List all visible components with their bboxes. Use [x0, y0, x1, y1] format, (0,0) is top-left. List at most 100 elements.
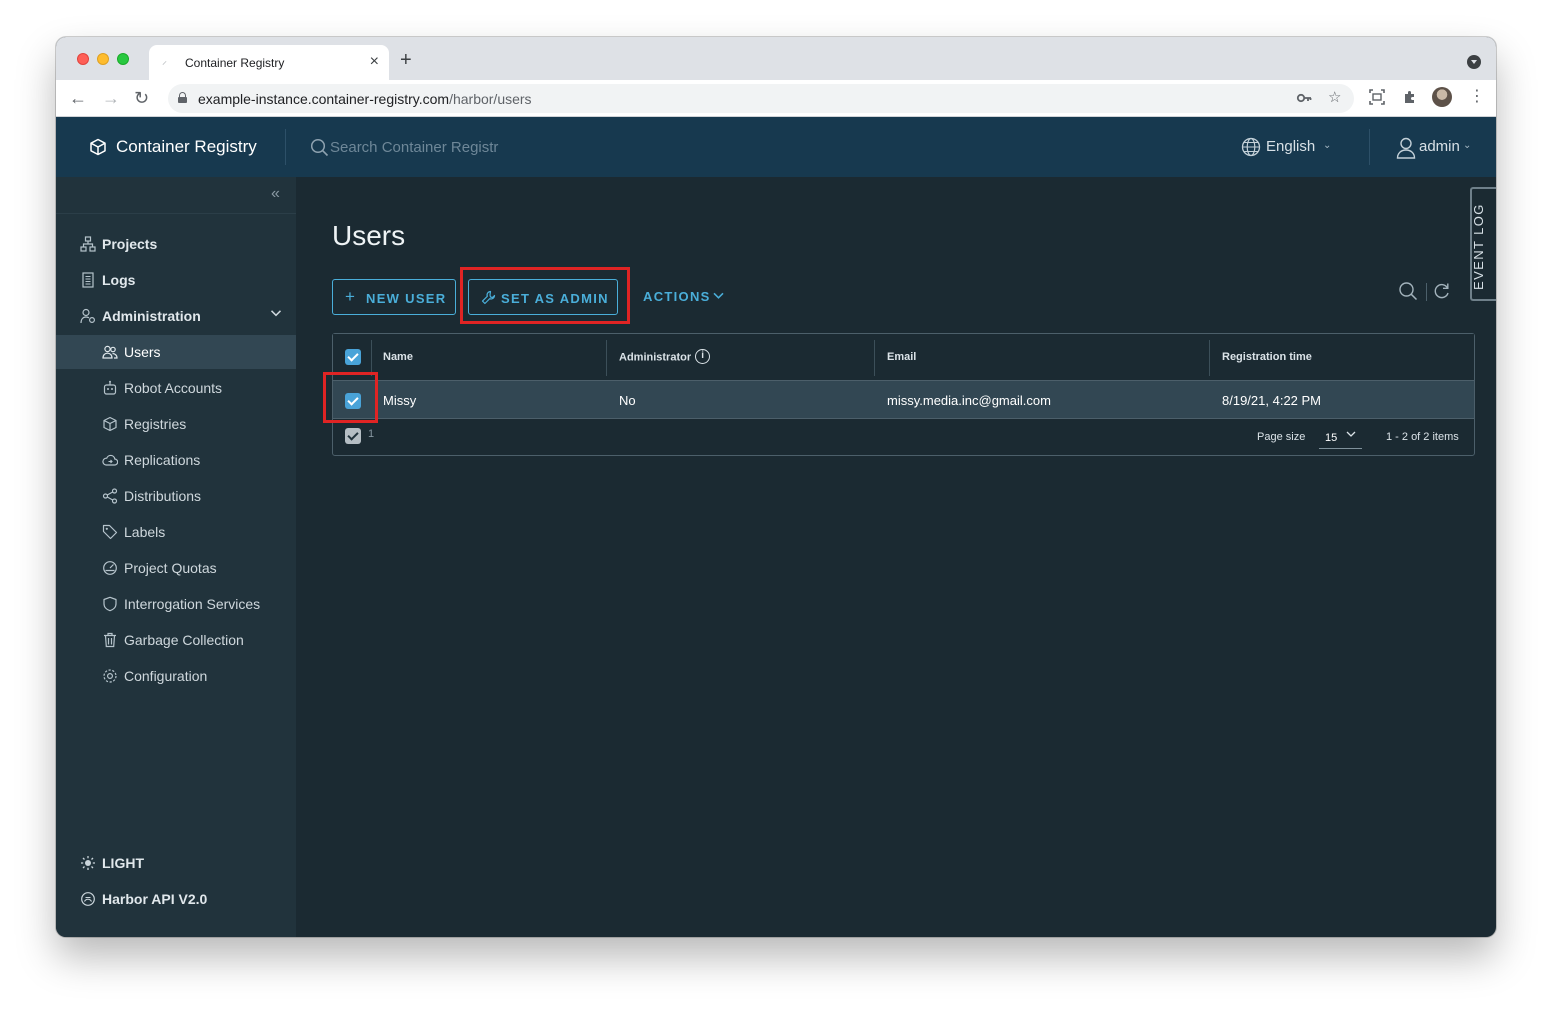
registries-icon: [102, 416, 118, 432]
column-divider: [371, 340, 372, 376]
sidebar-item-robot-accounts[interactable]: Robot Accounts: [56, 371, 296, 405]
tab-title: Container Registry: [185, 56, 285, 70]
new-tab-icon[interactable]: +: [400, 50, 412, 70]
url-host: example-instance.container-registry.com: [198, 91, 450, 107]
new-user-button[interactable]: + NEW USER: [332, 279, 456, 315]
column-header-label: Administrator: [619, 351, 692, 364]
projects-icon: [80, 236, 96, 252]
sidebar-item-logs[interactable]: Logs: [56, 263, 296, 297]
api-label: Harbor API V2.0: [102, 891, 208, 907]
sidebar-item-label: Administration: [102, 308, 201, 324]
cell-registration-time: 8/19/21, 4:22 PM: [1222, 393, 1322, 408]
page-size-value: 15: [1325, 432, 1338, 444]
sidebar-item-distributions[interactable]: Distributions: [56, 479, 296, 513]
sidebar-item-garbage-collection[interactable]: Garbage Collection: [56, 623, 296, 657]
back-arrow-icon[interactable]: ←: [69, 88, 87, 108]
event-log-label[interactable]: EVENT LOG: [1471, 203, 1486, 290]
sidebar-item-registries[interactable]: Registries: [56, 407, 296, 441]
sidebar-item-administration[interactable]: Administration: [56, 299, 296, 333]
chevron-down-icon: [1346, 429, 1356, 442]
forward-arrow-icon[interactable]: →: [102, 88, 120, 108]
tab-favicon-icon: ⸝: [162, 56, 167, 67]
brand-name[interactable]: Container Registry: [116, 137, 257, 157]
browser-window: ⸝ Container Registry × + ← → ↻ example-i…: [56, 37, 1496, 937]
theme-label: LIGHT: [102, 855, 144, 871]
registry-logo-icon: [89, 138, 107, 156]
sidebar-item-label: Projects: [102, 236, 158, 252]
cell-email: missy.media.inc@gmail.com: [887, 393, 1051, 408]
trash-icon: [102, 632, 118, 648]
page-size-label: Page size: [1257, 431, 1306, 443]
harbor-api-link[interactable]: Harbor API V2.0: [56, 885, 296, 915]
tag-icon: [102, 524, 118, 540]
sidebar-item-project-quotas[interactable]: Project Quotas: [56, 551, 296, 585]
tab-close-icon[interactable]: ×: [370, 53, 379, 71]
chevron-down-icon: [270, 307, 282, 322]
sidebar-item-label: Replications: [124, 452, 201, 468]
sidebar-item-projects[interactable]: Projects: [56, 227, 296, 261]
replications-icon: [102, 452, 119, 468]
new-user-label: NEW USER: [366, 291, 447, 306]
users-table: Name Administrator i Email Registration t…: [332, 333, 1475, 456]
sidebar-divider: [56, 213, 296, 214]
collapse-sidebar-icon[interactable]: «: [271, 185, 280, 203]
column-divider: [1209, 340, 1210, 376]
browser-tab[interactable]: ⸝ Container Registry ×: [149, 45, 389, 80]
browser-tab-bar: ⸝ Container Registry × +: [56, 37, 1496, 80]
page-size-select[interactable]: 15: [1319, 427, 1362, 449]
browser-menu-icon[interactable]: ⋮: [1469, 88, 1485, 106]
user-menu[interactable]: admin: [1419, 138, 1460, 155]
select-all-checkbox[interactable]: [345, 349, 361, 365]
plus-icon: +: [345, 287, 357, 306]
users-icon: [102, 344, 118, 360]
tab-search-icon[interactable]: [1467, 55, 1481, 69]
theme-toggle[interactable]: LIGHT: [56, 849, 296, 879]
header-divider: [285, 129, 286, 165]
info-icon[interactable]: i: [695, 349, 711, 364]
column-header-administrator[interactable]: Administrator i: [619, 349, 711, 364]
screen-capture-icon[interactable]: [1369, 89, 1385, 110]
browser-address-bar: ← → ↻ example-instance.container-registr…: [56, 80, 1496, 117]
selection-indicator-checkbox: [345, 428, 361, 444]
search-icon: [310, 138, 329, 162]
header-divider: [1369, 129, 1370, 165]
page-title: Users: [332, 220, 406, 251]
sidebar-item-label: Project Quotas: [124, 560, 217, 576]
sidebar-item-label: Interrogation Services: [124, 596, 261, 612]
language-caret-icon[interactable]: ⌄: [1323, 140, 1331, 151]
url-field[interactable]: example-instance.container-registry.com/…: [168, 84, 1354, 113]
maximize-window-button[interactable]: [117, 53, 129, 65]
minimize-window-button[interactable]: [97, 53, 109, 65]
close-window-button[interactable]: [77, 53, 89, 65]
sidebar-item-labels[interactable]: Labels: [56, 515, 296, 549]
api-icon: [80, 891, 96, 907]
user-caret-icon[interactable]: ⌄: [1463, 140, 1471, 151]
url-path: /harbor/users: [449, 91, 532, 107]
reload-icon[interactable]: ↻: [134, 88, 149, 108]
sidebar-item-users[interactable]: Users: [56, 335, 296, 369]
sidebar-item-replications[interactable]: Replications: [56, 443, 296, 477]
sidebar-item-label: Labels: [124, 524, 166, 540]
administration-icon: [80, 308, 96, 324]
column-header-email[interactable]: Email: [887, 351, 916, 363]
sidebar-item-configuration[interactable]: Configuration: [56, 659, 296, 693]
sidebar: « Projects Logs Administration Users Rob…: [56, 177, 296, 937]
profile-avatar[interactable]: [1432, 87, 1452, 107]
column-header-registration-time[interactable]: Registration time: [1222, 351, 1312, 363]
sidebar-item-label: Registries: [124, 416, 187, 432]
column-header-name[interactable]: Name: [383, 351, 413, 363]
highlight-box: [460, 267, 630, 324]
sidebar-item-label: Garbage Collection: [124, 632, 244, 648]
highlight-box: [323, 372, 378, 423]
key-icon[interactable]: [1296, 90, 1312, 110]
robot-icon: [102, 380, 118, 396]
language-selector[interactable]: English: [1266, 138, 1315, 155]
search-icon[interactable]: [1398, 281, 1418, 306]
global-search-input[interactable]: Search Container Registr: [330, 139, 498, 156]
star-icon[interactable]: ☆: [1328, 90, 1341, 106]
table-row[interactable]: Missy No missy.media.inc@gmail.com 8/19/…: [333, 380, 1474, 419]
actions-dropdown[interactable]: ACTIONS: [643, 289, 724, 304]
sidebar-item-interrogation-services[interactable]: Interrogation Services: [56, 587, 296, 621]
refresh-icon[interactable]: [1432, 281, 1452, 306]
extensions-icon[interactable]: [1402, 89, 1418, 110]
